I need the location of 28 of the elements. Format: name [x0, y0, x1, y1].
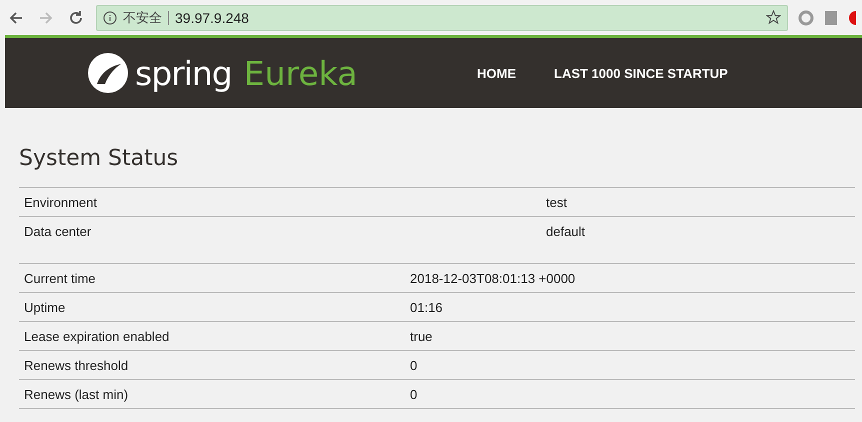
table-cell: Renews threshold [19, 350, 405, 380]
info-icon [103, 10, 117, 24]
security-label: 不安全 [123, 8, 162, 26]
nav-link[interactable]: LAST 1000 SINCE STARTUP [554, 66, 728, 80]
table-cell: test [541, 188, 855, 216]
extension-icon[interactable] [824, 10, 838, 26]
table-cell: Renews (last min) [19, 380, 405, 408]
table-cell: default [541, 216, 855, 245]
table-cell: Lease expiration enabled [19, 322, 405, 350]
extension-icon[interactable] [848, 10, 856, 26]
table-cell: true [405, 322, 855, 350]
star-icon[interactable] [766, 10, 781, 25]
brand-name: spring [135, 54, 232, 92]
extension-icon[interactable] [798, 10, 814, 26]
url-text: 39.97.9.248 [175, 10, 250, 26]
table-cell: 0 [405, 350, 855, 380]
table-cell: Data center [19, 216, 541, 245]
nav-link[interactable]: HOME [477, 66, 516, 80]
table-cell: 2018-12-03T08:01:13 +0000 [405, 264, 855, 292]
table-cell: Uptime [19, 292, 405, 322]
table-cell: 01:16 [405, 292, 855, 322]
address-bar[interactable]: 不安全 39.97.9.248 [96, 4, 788, 30]
product-name: Eureka [244, 54, 358, 92]
table-cell: 0 [405, 380, 855, 408]
table-cell: Current time [19, 264, 405, 292]
section-title: System Status [19, 146, 180, 171]
leaf-logo-icon [87, 52, 129, 94]
table-cell: Environment [19, 188, 541, 216]
